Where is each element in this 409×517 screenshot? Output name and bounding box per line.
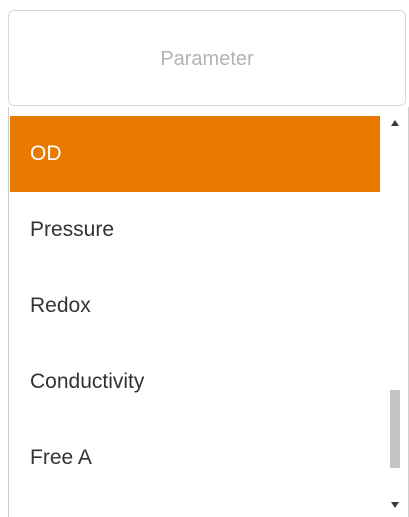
- scroll-down-button[interactable]: [382, 497, 407, 513]
- scroll-up-button[interactable]: [382, 115, 407, 131]
- option-conductivity[interactable]: Conductivity: [10, 344, 380, 420]
- scroll-track[interactable]: [390, 135, 400, 489]
- triangle-down-icon: [390, 502, 399, 508]
- option-od[interactable]: OD: [10, 116, 380, 192]
- triangle-up-icon: [390, 120, 399, 126]
- parameter-select[interactable]: Parameter: [8, 10, 406, 106]
- select-placeholder: Parameter: [160, 47, 254, 70]
- scroll-thumb[interactable]: [390, 390, 400, 468]
- options-list: OD Pressure Redox Conductivity Free A: [10, 116, 380, 496]
- parameter-dropdown: Parameter OD Pressure Redox Conductivity…: [0, 0, 409, 517]
- vertical-scrollbar[interactable]: [382, 107, 407, 517]
- options-listbox[interactable]: OD Pressure Redox Conductivity Free A: [8, 107, 409, 517]
- option-free-a[interactable]: Free A: [10, 420, 380, 496]
- option-pressure[interactable]: Pressure: [10, 192, 380, 268]
- option-redox[interactable]: Redox: [10, 268, 380, 344]
